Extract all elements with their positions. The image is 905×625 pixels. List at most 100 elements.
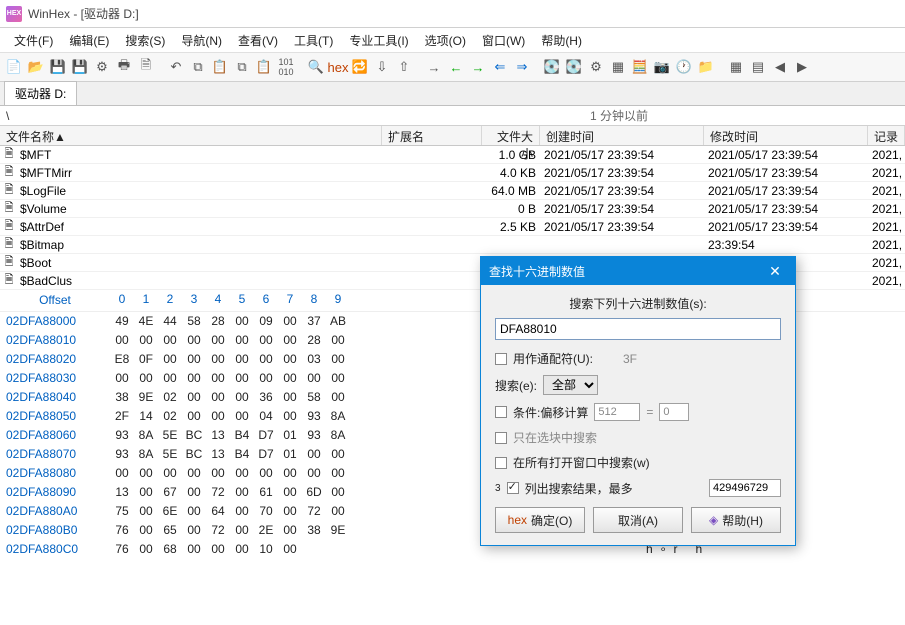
menu-item[interactable]: 文件(F) xyxy=(8,30,59,51)
all-windows-checkbox[interactable] xyxy=(495,457,507,469)
search-direction-select[interactable]: 全部 xyxy=(543,375,598,395)
find-again-icon[interactable]: 🔁 xyxy=(350,57,370,77)
file-name: $Volume xyxy=(18,202,382,216)
menu-item[interactable]: 工具(T) xyxy=(288,30,339,51)
find-text-icon[interactable]: 🔍 xyxy=(306,57,326,77)
undo-icon[interactable]: ↶ xyxy=(166,57,186,77)
list-results-input[interactable] xyxy=(709,479,781,497)
camera-icon[interactable]: 📷 xyxy=(652,57,672,77)
menu-item[interactable]: 查看(V) xyxy=(232,30,284,51)
hex-offset: 02DFA880A0 xyxy=(0,502,110,521)
tabbar: 驱动器 D: xyxy=(0,82,905,106)
chip-icon[interactable]: ⚙ xyxy=(586,57,606,77)
hex-offset: 02DFA88080 xyxy=(0,464,110,483)
col-name[interactable]: 文件名称▲ xyxy=(0,126,382,145)
col-ctime[interactable]: 创建时间 xyxy=(540,126,704,145)
cond-label: 条件:偏移计算 xyxy=(513,404,588,421)
col-mtime[interactable]: 修改时间 xyxy=(704,126,868,145)
toolbar: 📄 📂 💾 💾 ⚙ 🖶 🗎 ↶ ⧉ 📋 ⧉ 📋 101010 🔍 hex 🔁 ⇩… xyxy=(0,52,905,82)
file-rec: 2021, xyxy=(868,220,905,234)
forward-icon[interactable]: → xyxy=(468,57,488,77)
hex-col: 0 xyxy=(110,290,134,311)
file-icon: 🗎 xyxy=(0,181,18,200)
table-row[interactable]: 🗎 $AttrDef 2.5 KB 2021/05/17 23:39:54 20… xyxy=(0,218,905,236)
file-ctime: 2021/05/17 23:39:54 xyxy=(540,202,704,216)
help-button[interactable]: ◈帮助(H) xyxy=(691,507,781,533)
tri-right-icon[interactable]: ▶ xyxy=(792,57,812,77)
save-icon[interactable]: 💾 xyxy=(70,57,90,77)
goto-icon[interactable]: → xyxy=(424,57,444,77)
file-icon: 🗎 xyxy=(0,163,18,182)
list-results-label: 列出搜索结果，最多 xyxy=(525,480,633,497)
paste-icon[interactable]: 📋 xyxy=(254,57,274,77)
hex-col: 2 xyxy=(158,290,182,311)
new-icon[interactable]: 📄 xyxy=(4,57,24,77)
table-row[interactable]: 🗎 $MFT 1.0 GB 2021/05/17 23:39:54 2021/0… xyxy=(0,146,905,164)
hex-col: 7 xyxy=(278,290,302,311)
prev-icon[interactable]: ⇐ xyxy=(490,57,510,77)
menu-item[interactable]: 选项(O) xyxy=(419,30,472,51)
find-up-icon[interactable]: ⇧ xyxy=(394,57,414,77)
folder2-icon[interactable]: 📁 xyxy=(696,57,716,77)
menu-item[interactable]: 窗口(W) xyxy=(476,30,531,51)
hex-offset: 02DFA88090 xyxy=(0,483,110,502)
properties-icon[interactable]: 🗎 xyxy=(136,57,156,77)
print-icon[interactable]: 🖶 xyxy=(114,57,134,77)
open-folder-icon[interactable]: 📂 xyxy=(26,57,46,77)
close-icon[interactable]: ✕ xyxy=(763,263,787,280)
back-icon[interactable]: ← xyxy=(446,57,466,77)
list-results-checkbox[interactable] xyxy=(507,482,519,494)
binary-icon[interactable]: 101010 xyxy=(276,57,296,77)
menu-item[interactable]: 导航(N) xyxy=(175,30,228,51)
file-name: $AttrDef xyxy=(18,220,382,234)
menu-item[interactable]: 搜索(S) xyxy=(119,30,171,51)
calc-icon[interactable]: 🧮 xyxy=(630,57,650,77)
clock-icon[interactable]: 🕐 xyxy=(674,57,694,77)
cond-b-input xyxy=(659,403,689,421)
hex-offset: 02DFA880C0 xyxy=(0,540,110,559)
file-ctime: 2021/05/17 23:39:54 xyxy=(540,184,704,198)
hex-value-input[interactable] xyxy=(495,318,781,340)
dialog-titlebar[interactable]: 查找十六进制数值 ✕ xyxy=(481,257,795,285)
file-mtime: 23:39:54 xyxy=(704,238,868,252)
cond-checkbox[interactable] xyxy=(495,406,507,418)
file-icon: 🗎 xyxy=(0,271,18,290)
table-row[interactable]: 🗎 $LogFile 64.0 MB 2021/05/17 23:39:54 2… xyxy=(0,182,905,200)
col-ext[interactable]: 扩展名 xyxy=(382,126,482,145)
ram-icon[interactable]: ▦ xyxy=(608,57,628,77)
menu-item[interactable]: 帮助(H) xyxy=(535,30,588,51)
ok-button[interactable]: hex确定(O) xyxy=(495,507,585,533)
path-time: 1 分钟以前 xyxy=(590,107,648,124)
file-ctime: 2021/05/17 23:39:54 xyxy=(540,220,704,234)
copy-icon[interactable]: ⧉ xyxy=(188,57,208,77)
file-name: $LogFile xyxy=(18,184,382,198)
next-icon[interactable]: ⇒ xyxy=(512,57,532,77)
wildcard-label: 用作通配符(U): xyxy=(513,350,593,367)
grid-icon[interactable]: ▦ xyxy=(726,57,746,77)
hex-offset: 02DFA88040 xyxy=(0,388,110,407)
open-disk-icon[interactable]: 💾 xyxy=(48,57,68,77)
file-icon: 🗎 xyxy=(0,145,18,164)
app-icon: HEX xyxy=(6,6,22,22)
hex-col: 9 xyxy=(326,290,350,311)
menu-item[interactable]: 编辑(E) xyxy=(63,30,115,51)
clipboard-icon[interactable]: 📋 xyxy=(210,57,230,77)
tab-drive[interactable]: 驱动器 D: xyxy=(4,81,77,105)
col-size[interactable]: 文件大小 xyxy=(482,126,540,145)
wildcard-checkbox[interactable] xyxy=(495,353,507,365)
find-down-icon[interactable]: ⇩ xyxy=(372,57,392,77)
titlebar: HEX WinHex - [驱动器 D:] xyxy=(0,0,905,28)
table-row[interactable]: 🗎 $Bitmap 23:39:54 2021, xyxy=(0,236,905,254)
menu-item[interactable]: 专业工具(I) xyxy=(343,30,414,51)
settings-icon[interactable]: ⚙ xyxy=(92,57,112,77)
col-rec[interactable]: 记录 xyxy=(868,126,905,145)
disk1-icon[interactable]: 💽 xyxy=(542,57,562,77)
list-icon[interactable]: ▤ xyxy=(748,57,768,77)
cancel-button[interactable]: 取消(A) xyxy=(593,507,683,533)
table-row[interactable]: 🗎 $Volume 0 B 2021/05/17 23:39:54 2021/0… xyxy=(0,200,905,218)
disk2-icon[interactable]: 💽 xyxy=(564,57,584,77)
copy-hex-icon[interactable]: ⧉ xyxy=(232,57,252,77)
find-hex-icon[interactable]: hex xyxy=(328,57,348,77)
tri-left-icon[interactable]: ◀ xyxy=(770,57,790,77)
table-row[interactable]: 🗎 $MFTMirr 4.0 KB 2021/05/17 23:39:54 20… xyxy=(0,164,905,182)
